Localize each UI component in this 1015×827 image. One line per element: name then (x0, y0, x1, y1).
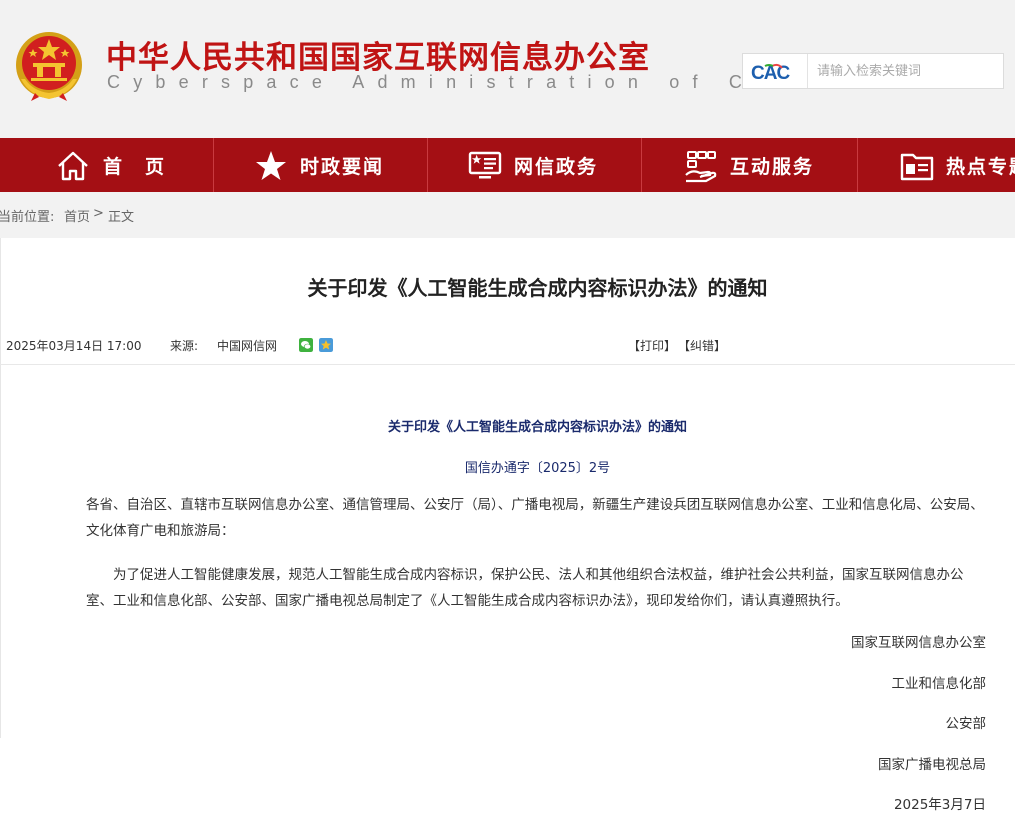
qzone-share-icon[interactable] (319, 338, 333, 352)
nav-item-home[interactable]: 首 页 (0, 138, 214, 192)
sign-date: 2025年3月7日 (893, 797, 986, 813)
report-error-button[interactable]: 【纠错】 (678, 337, 726, 354)
recipients-paragraph: 各省、自治区、直辖市互联网信息办公室、通信管理局、公安厅（局）、广播电视局，新疆… (86, 497, 984, 539)
content-left-border (0, 238, 1, 738)
body-paragraph: 为了促进人工智能健康发展，规范人工智能生成合成内容标识，保护公民、法人和其他组织… (86, 567, 964, 609)
signatory-1: 国家互联网信息办公室 (851, 635, 986, 651)
folder-icon (900, 153, 934, 181)
service-icon (685, 151, 717, 183)
article-title: 关于印发《人工智能生成合成内容标识办法》的通知 (307, 276, 768, 300)
signatory-3: 公安部 (945, 716, 987, 732)
signatory-2: 工业和信息化部 (891, 676, 987, 692)
meta-divider (0, 364, 1015, 365)
nav-item-affairs[interactable]: 网信政务 (428, 138, 642, 192)
nav-label-affairs: 网信政务 (514, 156, 599, 178)
search-divider (807, 54, 808, 88)
document-heading: 关于印发《人工智能生成合成内容标识办法》的通知 (387, 420, 687, 435)
nav-item-topics[interactable]: 热点专题 (860, 138, 1015, 192)
site-header: 中华人民共和国国家互联网信息办公室 Cyberspace Administrat… (0, 0, 1015, 138)
nav-label-home: 首 页 (103, 156, 167, 178)
nav-label-service: 互动服务 (730, 156, 815, 178)
search-box: CAC (742, 53, 1004, 89)
national-emblem-icon[interactable] (13, 29, 85, 103)
breadcrumb: 当前位置: 首页 > 正文 (0, 192, 1015, 238)
breadcrumb-current: 正文 (108, 210, 135, 225)
document-number: 国信办通字〔2025〕2号 (464, 461, 611, 476)
breadcrumb-separator: > (93, 206, 104, 221)
cac-logo-icon[interactable]: CAC (751, 62, 801, 82)
site-subtitle: Cyberspace Administration of China (107, 72, 842, 92)
site-title[interactable]: 中华人民共和国国家互联网信息办公室 (106, 32, 650, 77)
print-button[interactable]: 【打印】 (628, 337, 676, 354)
source-label: 来源: (170, 339, 199, 353)
breadcrumb-prefix: 当前位置: (0, 210, 55, 225)
home-icon (58, 151, 88, 181)
article-date: 2025年03月14日 17:00 (6, 339, 142, 353)
nav-label-news: 时政要闻 (300, 156, 385, 178)
wechat-share-icon[interactable] (299, 338, 313, 352)
signatory-4: 国家广播电视总局 (878, 757, 986, 773)
article-source: 中国网信网 (217, 339, 278, 353)
main-nav: 首 页 时政要闻 网信政务 互动服务 热点专 (0, 138, 1015, 192)
search-input[interactable] (809, 54, 999, 88)
monitor-icon (468, 151, 502, 179)
nav-item-service[interactable]: 互动服务 (644, 138, 858, 192)
star-icon (256, 151, 286, 180)
nav-label-topics: 热点专题 (946, 156, 1015, 178)
breadcrumb-home-link[interactable]: 首页 (64, 206, 90, 225)
nav-item-news[interactable]: 时政要闻 (214, 138, 428, 192)
